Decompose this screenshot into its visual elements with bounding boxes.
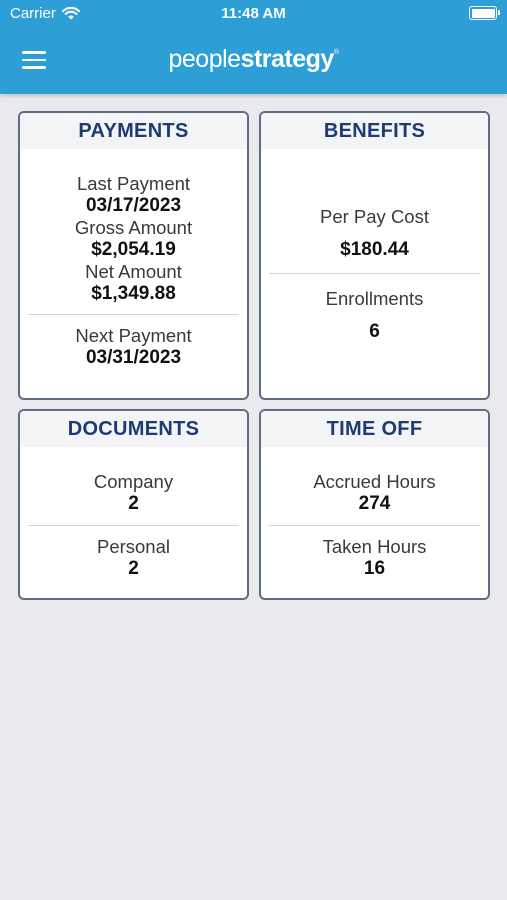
divider bbox=[28, 314, 239, 315]
gross-amount-value: $2,054.19 bbox=[91, 239, 176, 260]
company-documents-label: Company bbox=[93, 471, 174, 492]
payments-card-title: PAYMENTS bbox=[20, 113, 247, 149]
divider bbox=[269, 273, 480, 274]
logo-text-light: people bbox=[168, 45, 241, 73]
personal-documents-value: 2 bbox=[128, 558, 139, 579]
per-pay-cost-label: Per Pay Cost bbox=[320, 206, 429, 227]
logo-text-bold: strategy bbox=[240, 45, 335, 73]
next-payment-value: 03/31/2023 bbox=[85, 347, 182, 368]
status-time: 11:48 AM bbox=[221, 5, 286, 22]
accrued-hours-label: Accrued Hours bbox=[313, 471, 436, 492]
accrued-hours-value: 274 bbox=[358, 493, 391, 514]
net-amount-label: Net Amount bbox=[85, 261, 182, 282]
logo-registered-mark: ® bbox=[333, 49, 339, 56]
net-amount-value: $1,349.88 bbox=[91, 283, 176, 304]
status-bar: Carrier 11:48 AM bbox=[0, 0, 507, 28]
nav-bar: peoplestrategy® bbox=[0, 28, 507, 94]
documents-card-title: DOCUMENTS bbox=[20, 411, 247, 447]
benefits-card[interactable]: BENEFITS Per Pay Cost $180.44 Enrollment… bbox=[259, 111, 490, 400]
battery-icon bbox=[469, 6, 500, 20]
last-payment-label: Last Payment bbox=[76, 173, 191, 194]
personal-documents-label: Personal bbox=[96, 536, 170, 557]
gross-amount-label: Gross Amount bbox=[74, 217, 193, 238]
taken-hours-value: 16 bbox=[363, 558, 386, 579]
divider bbox=[269, 525, 480, 526]
documents-card[interactable]: DOCUMENTS Company 2 Personal 2 bbox=[18, 409, 249, 600]
enrollments-label: Enrollments bbox=[325, 288, 424, 309]
enrollments-value: 6 bbox=[369, 321, 380, 342]
payments-card[interactable]: PAYMENTS Last Payment 03/17/2023 Gross A… bbox=[18, 111, 249, 400]
next-payment-label: Next Payment bbox=[75, 325, 192, 346]
last-payment-value: 03/17/2023 bbox=[85, 195, 182, 216]
peoplestrategy-logo: peoplestrategy® bbox=[0, 45, 507, 74]
company-documents-value: 2 bbox=[128, 493, 139, 514]
divider bbox=[28, 525, 239, 526]
time-off-card[interactable]: TIME OFF Accrued Hours 274 Taken Hours 1… bbox=[259, 409, 490, 600]
time-off-card-title: TIME OFF bbox=[261, 411, 488, 447]
benefits-card-title: BENEFITS bbox=[261, 113, 488, 149]
per-pay-cost-value: $180.44 bbox=[340, 239, 409, 260]
taken-hours-label: Taken Hours bbox=[322, 536, 427, 557]
